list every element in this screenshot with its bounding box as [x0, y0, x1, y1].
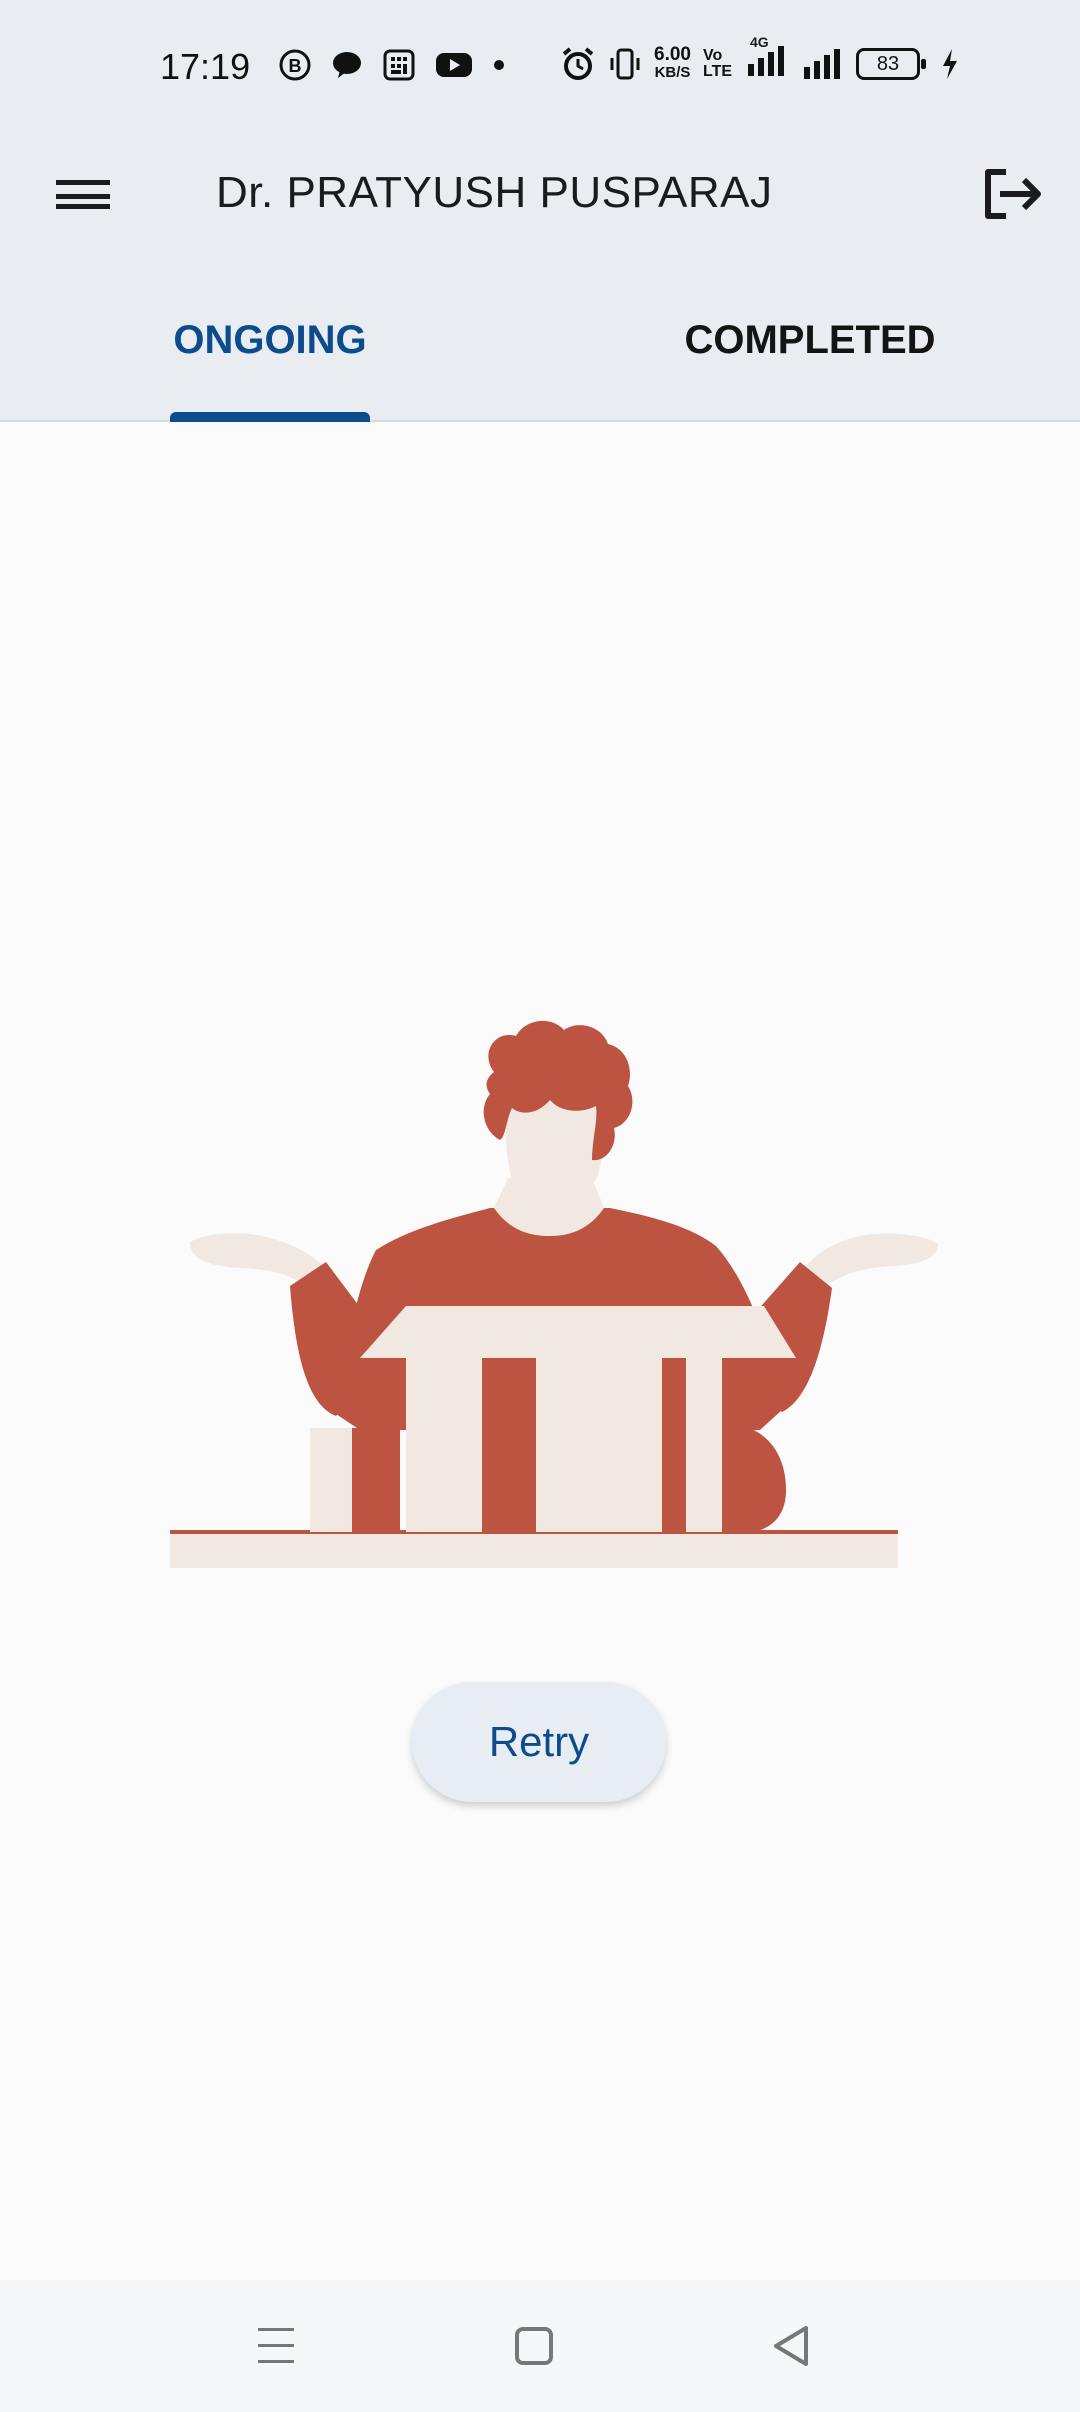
recent-apps-button[interactable]	[246, 2316, 306, 2376]
home-icon	[515, 2327, 553, 2365]
svg-text:B: B	[289, 56, 302, 76]
battery-indicator: 83	[856, 47, 927, 80]
small-box-stripe	[352, 1428, 400, 1532]
back-button[interactable]	[762, 2316, 822, 2376]
signal-icon	[804, 48, 841, 79]
box-stripe-right	[662, 1358, 686, 1532]
network-speed-value: 6.00	[654, 43, 691, 65]
home-button[interactable]	[504, 2316, 564, 2376]
network-type: 4G	[750, 34, 769, 50]
menu-button[interactable]	[40, 160, 128, 230]
tab-bar: ONGOING COMPLETED	[0, 260, 1080, 422]
charging-icon	[943, 48, 958, 79]
box-stripe-left	[482, 1358, 536, 1532]
alarm-icon	[562, 46, 594, 80]
volte-bottom: LTE	[702, 62, 733, 80]
status-indicators: 6.00 KB/S Vo LTE 4G 83	[560, 34, 960, 83]
tab-ongoing[interactable]: ONGOING	[90, 260, 450, 420]
tab-indicator	[170, 412, 370, 422]
empty-box-shrugging-person-illustration	[170, 1020, 938, 1568]
app-bar: Dr. PRATYUSH PUSPARAJ	[0, 130, 1080, 260]
right-hand	[804, 1233, 938, 1288]
round-object	[716, 1422, 786, 1534]
calculator-icon	[383, 49, 415, 81]
network-speed-unit: KB/S	[654, 63, 691, 81]
volte-top: Vo	[702, 46, 723, 64]
recent-apps-icon	[258, 2328, 294, 2363]
chat-bubble-icon	[333, 52, 361, 78]
back-icon	[774, 2326, 808, 2366]
logout-icon	[985, 169, 1041, 219]
vibrate-icon	[610, 48, 640, 79]
status-bar: 17:19 B 6.00 KB/S Vo LTE 4G 83	[0, 0, 1080, 130]
youtube-icon	[436, 53, 472, 77]
notification-icons: B	[278, 48, 506, 82]
dot-icon	[494, 60, 504, 70]
floor	[170, 1530, 898, 1568]
logout-button[interactable]	[970, 154, 1050, 234]
status-time: 17:19	[160, 46, 251, 87]
b-notification-icon: B	[279, 49, 311, 81]
box-flaps	[360, 1306, 796, 1358]
hamburger-menu-icon	[56, 180, 110, 209]
network-speed: 6.00 KB/S	[654, 43, 691, 82]
tab-completed[interactable]: COMPLETED	[620, 260, 1000, 420]
retry-button[interactable]: Retry	[412, 1682, 666, 1802]
page-title: Dr. PRATYUSH PUSPARAJ	[216, 168, 773, 217]
signal-4g: 4G	[744, 34, 788, 83]
volte-indicator: Vo LTE	[702, 46, 733, 80]
system-navigation-bar	[0, 2280, 1080, 2412]
